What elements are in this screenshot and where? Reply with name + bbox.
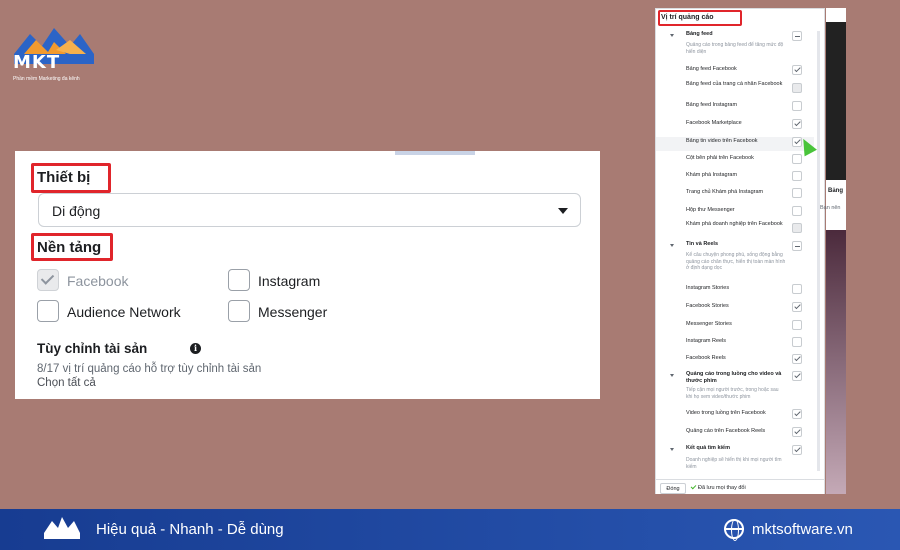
item-label: Khám phá Instagram — [686, 172, 738, 178]
section-desc: Quảng cáo trong bảng feed để tăng mức độ… — [686, 42, 784, 55]
item-checkbox[interactable] — [792, 302, 802, 312]
item-label: Bảng feed Instagram — [686, 102, 738, 108]
placements-title: Vị trí quảng cáo — [661, 14, 714, 21]
item-checkbox[interactable] — [792, 284, 802, 294]
audience-network-label: Audience Network — [67, 304, 181, 320]
item-label: Facebook Reels — [686, 355, 726, 361]
section-checkbox[interactable] — [792, 241, 802, 251]
check-icon — [794, 409, 801, 417]
facebook-label: Facebook — [67, 273, 129, 289]
item-label: Video trong luồng trên Facebook — [686, 410, 766, 416]
check-icon — [794, 427, 801, 435]
footer-bar: Hiệu quả - Nhanh - Dễ dùng mktsoftware.v… — [0, 509, 900, 550]
scrollbar[interactable] — [817, 31, 820, 471]
preview-background — [826, 230, 846, 494]
item-label: Facebook Marketplace — [686, 120, 742, 126]
footer-slogan: Hiệu quả - Nhanh - Dễ dùng — [96, 521, 284, 538]
device-select-value: Di động — [52, 203, 101, 219]
placement-settings-panel: Thiết bị Di động Nền tảng Facebook Insta… — [15, 151, 600, 399]
info-icon[interactable]: i — [190, 343, 201, 354]
item-label: Hộp thư Messenger — [686, 207, 735, 213]
check-icon — [794, 371, 801, 379]
side-heading: Bảng — [828, 188, 843, 194]
check-icon — [690, 483, 697, 490]
item-label: Quảng cáo trên Facebook Reels — [686, 428, 766, 434]
section-name: Bảng feed — [686, 31, 713, 37]
panel-footer: Đóng Đã lưu mọi thay đổi — [656, 479, 824, 494]
asset-customization-info: 8/17 vị trí quảng cáo hỗ trợ tùy chỉnh t… — [37, 363, 262, 375]
item-checkbox[interactable] — [792, 154, 802, 164]
section-name: Quảng cáo trong luồng cho video và thước… — [686, 371, 782, 384]
check-icon — [794, 65, 801, 73]
close-button[interactable]: Đóng — [660, 483, 686, 494]
audience-network-checkbox[interactable] — [37, 300, 59, 322]
facebook-checkbox[interactable] — [37, 269, 59, 291]
chevron-down-icon — [558, 208, 568, 214]
logo-subtitle: Phần mềm Marketing đa kênh — [13, 76, 80, 82]
messenger-label: Messenger — [258, 304, 328, 320]
item-checkbox[interactable] — [792, 188, 802, 198]
section-desc: Tiếp cận mọi người trước, trong hoặc sau… — [686, 387, 779, 400]
section-name: Tin và Reels — [686, 241, 718, 247]
item-label: Cột bên phải trên Facebook — [686, 155, 754, 161]
collapse-caret-icon — [670, 448, 674, 451]
instagram-checkbox[interactable] — [228, 269, 250, 291]
item-checkbox[interactable] — [792, 409, 802, 419]
platform-label: Nền tảng — [37, 239, 102, 256]
website-link[interactable]: mktsoftware.vn — [752, 521, 853, 538]
panel-top-indicator — [395, 151, 475, 155]
section-checkbox[interactable] — [792, 445, 802, 455]
footer-logo-icon — [44, 517, 80, 539]
device-select[interactable]: Di động — [38, 193, 581, 227]
logo-text: MKT — [13, 52, 61, 73]
section-desc: Doanh nghiệp sẽ hiển thị khi mọi người t… — [686, 457, 782, 470]
item-label: Facebook Stories — [686, 303, 729, 309]
section-name: Kết quả tìm kiếm — [686, 445, 731, 451]
check-icon — [40, 271, 55, 285]
item-checkbox[interactable] — [792, 101, 802, 111]
item-label: Trang chủ Khám phá Instagram — [686, 189, 764, 195]
device-label: Thiết bị — [37, 169, 91, 186]
item-label: Bảng feed Facebook — [686, 66, 737, 72]
collapse-caret-icon — [670, 244, 674, 247]
check-icon — [794, 354, 801, 362]
item-checkbox[interactable] — [792, 83, 802, 93]
ad-placements-panel: Vị trí quảng cáo Bảng feed Quảng cáo tro… — [655, 8, 825, 494]
section-desc: Kể câu chuyện phong phú, sống động bằng … — [686, 252, 786, 271]
item-label: Bảng tin video trên Facebook — [686, 138, 758, 144]
saved-status: Đã lưu mọi thay đổi — [698, 485, 746, 491]
item-label: Instagram Stories — [686, 285, 730, 291]
section-checkbox[interactable] — [792, 31, 802, 41]
item-label: Khám phá doanh nghiệp trên Facebook — [686, 221, 783, 227]
item-checkbox[interactable] — [792, 119, 802, 129]
messenger-checkbox[interactable] — [228, 300, 250, 322]
item-checkbox[interactable] — [792, 171, 802, 181]
item-label: Messenger Stories — [686, 321, 732, 327]
select-all-link[interactable]: Chọn tất cả — [37, 377, 96, 389]
item-label: Bảng feed của trang cá nhân Facebook — [686, 81, 783, 87]
preview-image — [826, 22, 846, 180]
item-checkbox[interactable] — [792, 320, 802, 330]
side-subtext: Bạn nên — [820, 205, 841, 211]
item-checkbox[interactable] — [792, 337, 802, 347]
check-icon — [794, 302, 801, 310]
item-checkbox[interactable] — [792, 65, 802, 75]
item-checkbox[interactable] — [792, 206, 802, 216]
item-checkbox[interactable] — [792, 223, 802, 233]
check-icon — [794, 119, 801, 127]
instagram-label: Instagram — [258, 273, 321, 289]
item-checkbox[interactable] — [792, 354, 802, 364]
section-checkbox[interactable] — [792, 371, 802, 381]
asset-customization-title: Tùy chỉnh tài sản — [37, 341, 148, 356]
collapse-caret-icon — [670, 34, 674, 37]
item-label: Instagram Reels — [686, 338, 727, 344]
check-icon — [794, 445, 801, 453]
item-checkbox[interactable] — [792, 427, 802, 437]
globe-icon — [724, 519, 744, 541]
collapse-caret-icon — [670, 374, 674, 377]
